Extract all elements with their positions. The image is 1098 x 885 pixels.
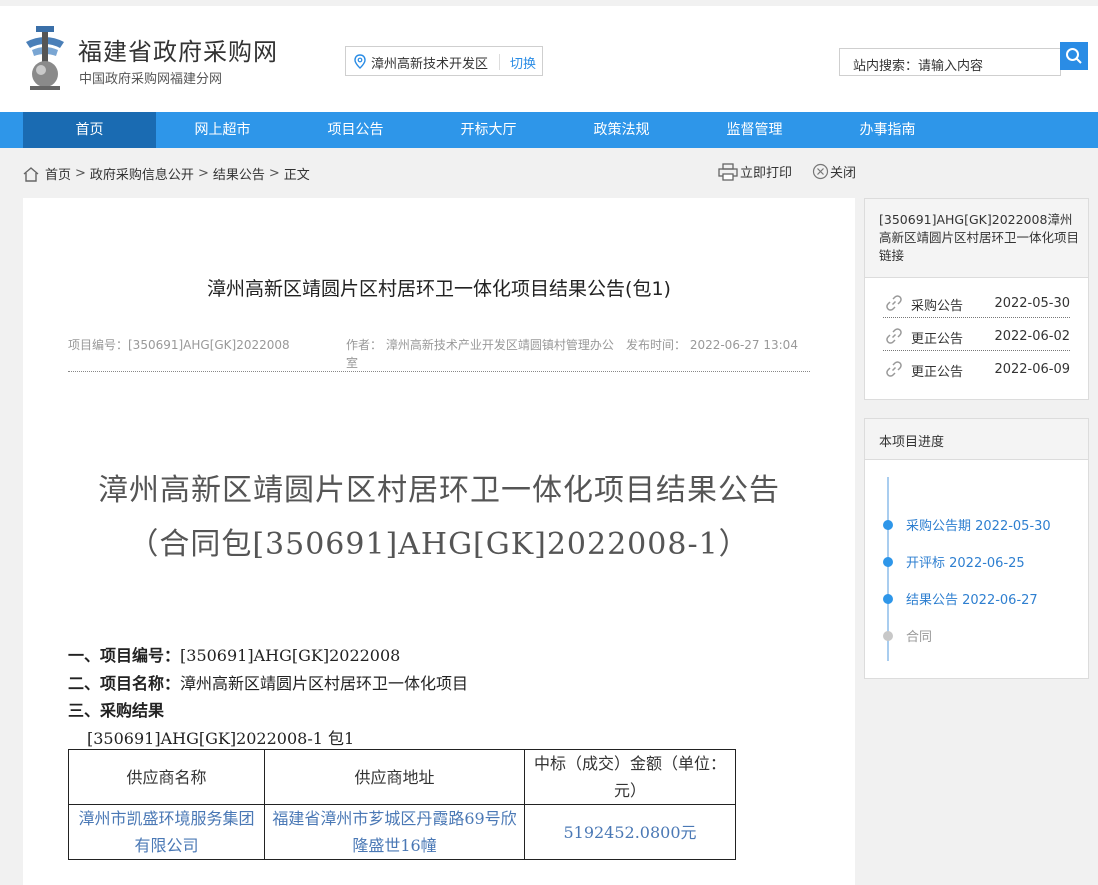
progress-step-label: 合同	[906, 630, 933, 645]
breadcrumb-info-disclosure[interactable]: 政府采购信息公开	[90, 164, 194, 183]
section-result: 三、采购结果	[68, 697, 164, 721]
progress-step-label: 开评标 2022-06-25	[906, 556, 1025, 571]
meta-author: 作者： 漳州高新技术产业开发区靖圆镇村管理办公室	[346, 338, 614, 370]
nav-supervision[interactable]: 监督管理	[688, 112, 821, 148]
related-link-label: 更正公告	[911, 332, 964, 347]
region-divider	[499, 54, 500, 70]
related-link-date: 2022-06-02	[994, 329, 1070, 344]
related-link-label: 更正公告	[911, 365, 964, 380]
printer-icon	[718, 162, 738, 181]
related-link[interactable]: 采购公告 2022-05-30	[883, 289, 1070, 318]
nav-project-notices[interactable]: 项目公告	[289, 112, 422, 148]
meta-publish-time: 发布时间： 2022-06-27 13:04	[626, 338, 798, 352]
breadcrumb-separator: >	[75, 166, 86, 181]
progress-step: 合同	[883, 626, 932, 645]
notice-heading-line2: （合同包[350691]AHG[GK]2022008-1）	[128, 527, 750, 562]
table-header: 中标（成交）金额（单位：元）	[524, 749, 736, 805]
breadcrumb-separator: >	[197, 166, 209, 181]
related-links-title: [350691]AHG[GK]2022008漳州高新区靖圆片区村居环卫一体化项目…	[879, 212, 1080, 263]
notice-heading: 漳州高新区靖圆片区村居环卫一体化项目结果公告 （合同包[350691]AHG[G…	[23, 464, 855, 572]
progress-step[interactable]: 采购公告期 2022-05-30	[883, 515, 1051, 534]
meta-project-no: 项目编号：[350691]AHG[GK]2022008	[68, 338, 290, 352]
nav-home[interactable]: 首页	[23, 112, 156, 148]
search-icon	[1066, 48, 1082, 64]
progress-header: 本项目进度	[865, 419, 1088, 460]
nav-bid-hall[interactable]: 开标大厅	[422, 112, 555, 148]
site-title[interactable]: 福建省政府采购网	[78, 32, 278, 67]
notice-heading-line1: 漳州高新区靖圆片区村居环卫一体化项目结果公告	[98, 473, 780, 508]
table-header: 供应商地址	[264, 749, 525, 805]
section1-label: 一、项目编号：	[68, 646, 181, 665]
article-title: 漳州高新区靖圆片区村居环卫一体化项目结果公告(包1)	[207, 278, 671, 300]
close-button[interactable]: 关闭	[812, 162, 856, 181]
table-cell-amount: 5192452.0800元	[524, 804, 736, 860]
table-header-row: 供应商名称 供应商地址 中标（成交）金额（单位：元）	[68, 749, 736, 805]
section3-label: 三、采购结果	[68, 701, 165, 720]
progress-step[interactable]: 开评标 2022-06-25	[883, 552, 1025, 571]
close-icon	[812, 163, 829, 180]
logo-emblem-icon	[26, 26, 64, 90]
related-link[interactable]: 更正公告 2022-06-09	[883, 355, 1070, 383]
progress-title: 本项目进度	[879, 435, 945, 450]
related-link-label: 采购公告	[911, 299, 964, 314]
section2-label: 二、项目名称：	[68, 674, 181, 693]
table-cell-supplier[interactable]: 漳州市凯盛环境服务集团有限公司	[68, 804, 265, 860]
progress-dot-icon	[883, 556, 893, 567]
section1-value: [350691]AHG[GK]2022008	[180, 646, 401, 665]
search-placeholder: 站内搜索：请输入内容	[853, 59, 984, 74]
nav-policies[interactable]: 政策法规	[555, 112, 688, 148]
related-link-date: 2022-05-30	[994, 296, 1070, 311]
meta-divider	[68, 371, 810, 372]
nav-online-market[interactable]: 网上超市	[156, 112, 289, 148]
breadcrumb-current: 正文	[283, 168, 310, 183]
location-pin-icon	[354, 54, 366, 69]
table-row: 漳州市凯盛环境服务集团有限公司 福建省漳州市芗城区丹霞路69号欣隆盛世16幢 5…	[68, 804, 736, 860]
search-input[interactable]: 站内搜索：请输入内容	[839, 48, 1061, 76]
related-links-header: [350691]AHG[GK]2022008漳州高新区靖圆片区村居环卫一体化项目…	[865, 199, 1088, 278]
progress-step-label: 采购公告期 2022-05-30	[906, 519, 1051, 534]
result-table: 供应商名称 供应商地址 中标（成交）金额（单位：元） 漳州市凯盛环境服务集团有限…	[68, 749, 736, 860]
breadcrumb-bar: 首页 > 政府采购信息公开 > 结果公告 > 正文 立即打印 关闭	[0, 148, 1098, 196]
article-panel: 漳州高新区靖圆片区村居环卫一体化项目结果公告(包1) 项目编号：[350691]…	[23, 198, 855, 885]
related-link[interactable]: 更正公告 2022-06-02	[883, 322, 1070, 351]
table-cell-address: 福建省漳州市芗城区丹霞路69号欣隆盛世16幢	[264, 804, 525, 860]
link-icon	[886, 361, 902, 377]
progress-step[interactable]: 结果公告 2022-06-27	[883, 589, 1038, 608]
section-project-name: 二、项目名称：漳州高新区靖圆片区村居环卫一体化项目	[68, 670, 468, 694]
progress-step-label: 结果公告 2022-06-27	[906, 593, 1038, 608]
link-icon	[886, 295, 902, 311]
project-progress-panel: 本项目进度 采购公告期 2022-05-30 开评标 2022-06-25 结果…	[864, 418, 1089, 679]
section2-value: 漳州高新区靖圆片区村居环卫一体化项目	[180, 674, 469, 693]
close-label: 关闭	[830, 166, 857, 181]
region-selector[interactable]: 漳州高新技术开发区 切换	[345, 46, 543, 76]
main-nav: 首页 网上超市 项目公告 开标大厅 政策法规 监督管理 办事指南	[0, 112, 1098, 148]
search-button[interactable]	[1060, 42, 1088, 70]
breadcrumb-separator: >	[268, 166, 280, 181]
breadcrumb-result-notice[interactable]: 结果公告	[213, 164, 265, 183]
region-name: 漳州高新技术开发区	[371, 57, 489, 72]
site-header: 福建省政府采购网 中国政府采购网福建分网 漳州高新技术开发区 切换 站内搜索：请…	[0, 6, 1098, 112]
print-button[interactable]: 立即打印	[718, 162, 792, 181]
breadcrumb: 首页 > 政府采购信息公开 > 结果公告 > 正文	[22, 164, 310, 183]
home-icon	[23, 166, 39, 182]
package-line: [350691]AHG[GK]2022008-1 包1	[87, 729, 355, 748]
region-switch-link[interactable]: 切换	[510, 53, 536, 72]
progress-dot-icon	[883, 593, 893, 604]
progress-dot-icon	[883, 630, 893, 641]
progress-dot-icon	[883, 519, 893, 530]
link-icon	[886, 328, 902, 344]
site-subtitle: 中国政府采购网福建分网	[79, 72, 223, 87]
section-project-no: 一、项目编号：[350691]AHG[GK]2022008	[68, 642, 400, 666]
breadcrumb-home[interactable]: 首页	[45, 164, 71, 183]
nav-guide[interactable]: 办事指南	[821, 112, 954, 148]
table-header: 供应商名称	[68, 749, 265, 805]
related-links-panel: [350691]AHG[GK]2022008漳州高新区靖圆片区村居环卫一体化项目…	[864, 198, 1089, 400]
print-label: 立即打印	[740, 166, 793, 181]
related-link-date: 2022-06-09	[994, 362, 1070, 377]
